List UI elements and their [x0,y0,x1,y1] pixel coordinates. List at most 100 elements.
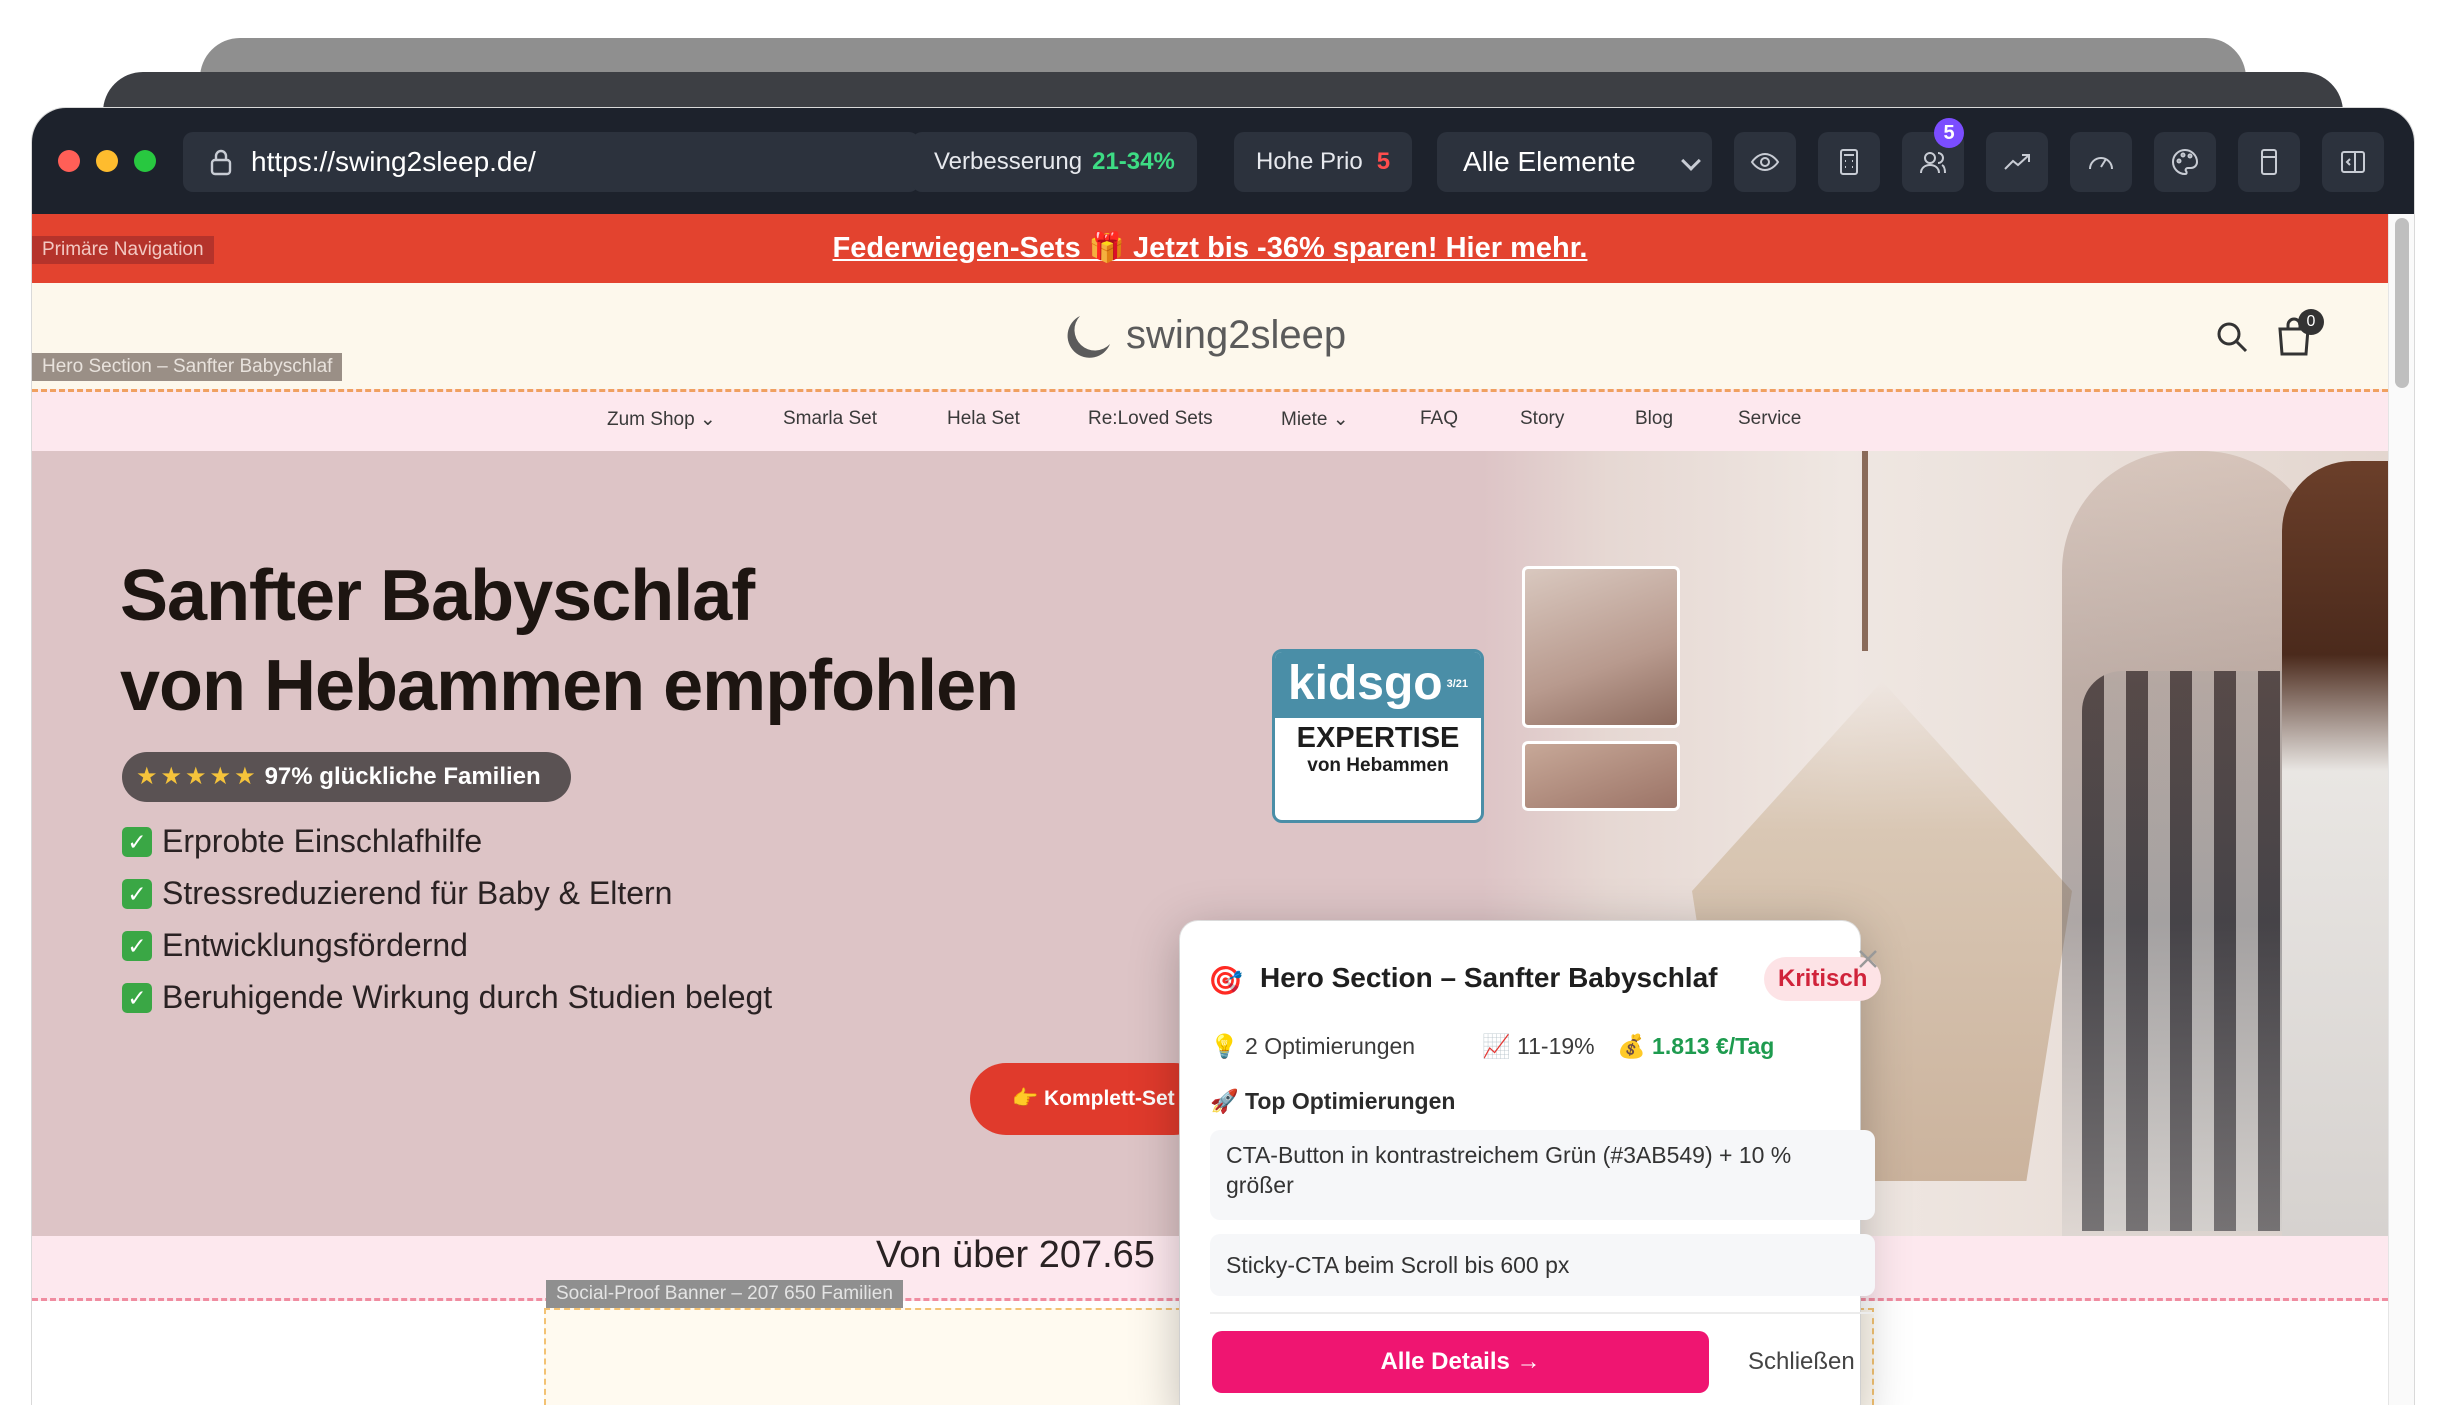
optimization-item[interactable]: Sticky-CTA beim Scroll bis 600 px [1210,1234,1875,1296]
element-filter-select[interactable]: Alle Elemente [1437,132,1712,192]
search-icon[interactable] [2214,319,2250,355]
improvement-label: Verbesserung [934,148,1083,175]
hero-title: Sanfter Babyschlaf von Hebammen empfohle… [120,551,1019,731]
kidsgo-brand-text: kidsgo [1287,657,1443,710]
benefit-item: ✓ Stressreduzierend für Baby & Eltern [122,875,672,912]
site-header: swing2sleep 0 [32,283,2388,389]
minimize-window-button[interactable] [96,150,118,172]
benefit-item: ✓ Entwicklungsfördernd [122,927,468,964]
revenue-estimate: 💰 1.813 €/Tag [1617,1033,1775,1059]
top-optimizations-heading: 🚀 Top Optimierungen [1210,1088,1456,1114]
url-bar[interactable]: https://swing2sleep.de/ [183,132,919,192]
annotation-tag-navigation: Primäre Navigation [32,236,214,264]
lock-icon [210,149,232,176]
divider [1210,1312,1875,1314]
nav-item-miete[interactable]: Miete ⌄ [1281,408,1349,431]
users-button[interactable]: 5 [1902,118,1964,192]
logo-text: swing2sleep [1126,312,1347,357]
checkmark-icon: ✓ [122,878,152,909]
optimization-item[interactable]: CTA-Button in kontrastreichem Grün (#3AB… [1210,1130,1875,1220]
kidsgo-date: 3/21 [1446,678,1469,690]
priority-pill[interactable]: Hohe Prio 5 [1234,132,1413,192]
close-popup-button[interactable]: Schließen [1748,1331,1855,1393]
kidsgo-expertise-badge: kidsgo 3/21 EXPERTISE von Hebammen [1272,649,1484,823]
close-icon[interactable] [1856,947,1880,971]
filter-select-value: Alle Elemente [1463,146,1636,177]
benefit-text: Stressreduzierend für Baby & Eltern [162,875,673,911]
gauge-button[interactable] [2070,132,2132,192]
browser-window: https://swing2sleep.de/ Verbesserung 21-3… [32,108,2414,1405]
rating-text: 97% glückliche Familien [264,763,541,790]
benefit-item: ✓ Erprobte Einschlafhilfe [122,823,482,860]
site-logo[interactable]: swing2sleep [1060,305,1346,365]
gallery-thumbnail[interactable] [1522,741,1680,811]
nav-item-shop[interactable]: Zum Shop ⌄ [607,408,716,431]
cart-count-badge: 0 [2298,309,2324,335]
kidsgo-brand: kidsgo 3/21 [1275,652,1481,718]
trend-icon [2004,154,2030,170]
users-icon [1920,152,1946,174]
main-navigation: Zum Shop ⌄ Smarla Set Hela Set Re:Loved … [32,389,2388,451]
calculator-icon [1840,149,1858,175]
promo-banner[interactable]: Federwiegen-Sets 🎁 Jetzt bis -36% sparen… [32,214,2388,283]
nav-item-story[interactable]: Story [1520,408,1564,430]
social-proof-heading: Von über 207.65 [876,1234,1155,1276]
hammock-spring [1862,451,1868,651]
nav-item-faq[interactable]: FAQ [1420,408,1458,430]
palette-icon [2172,148,2199,176]
nav-item-reloved-sets[interactable]: Re:Loved Sets [1088,408,1213,430]
url-text: https://swing2sleep.de/ [251,146,536,177]
page-scrollbar[interactable] [2388,214,2414,1405]
checkmark-icon: ✓ [122,982,152,1013]
kidsgo-title: EXPERTISE [1296,722,1460,754]
eye-icon [1750,152,1780,172]
checkmark-icon: ✓ [122,930,152,961]
website-viewport: Federwiegen-Sets 🎁 Jetzt bis -36% sparen… [32,214,2414,1405]
sidebar-button[interactable] [2322,132,2384,192]
chevron-down-icon [1681,151,1701,171]
nav-item-smarla-set[interactable]: Smarla Set [783,408,877,430]
annotation-tag-hero: Hero Section – Sanfter Babyschlaf [32,353,343,381]
sidebar-icon [2341,151,2365,173]
checkmark-icon: ✓ [122,826,152,857]
kidsgo-subtitle: von Hebammen [1307,755,1449,776]
target-icon: 🎯 [1208,965,1243,996]
calculator-button[interactable] [1818,132,1880,192]
insight-popup: 🎯 Hero Section – Sanfter Babyschlaf Krit… [1180,921,1882,1405]
priority-count: 5 [1376,148,1391,175]
maximize-window-button[interactable] [134,150,156,172]
bookmark-icon [2261,149,2277,175]
improvement-pill[interactable]: Verbesserung 21-34% [912,132,1197,192]
improvement-value: 21-34% [1092,148,1175,175]
stage: https://swing2sleep.de/ Verbesserung 21-3… [0,0,2450,1405]
eye-button[interactable] [1734,132,1796,192]
benefit-text: Entwicklungsfördernd [162,927,468,963]
bookmark-button[interactable] [2238,132,2300,192]
toolbar: https://swing2sleep.de/ Verbesserung 21-3… [32,108,2414,214]
nav-item-hela-set[interactable]: Hela Set [947,408,1020,430]
annotation-tag-social-proof: Social-Proof Banner – 207 650 Familien [546,1280,903,1308]
uplift-range: 📈 11-19% [1482,1033,1595,1059]
users-count-badge: 5 [1934,118,1964,148]
priority-label: Hohe Prio [1256,148,1363,175]
nav-item-blog[interactable]: Blog [1635,408,1673,430]
gallery-thumbnail[interactable] [1522,566,1680,728]
benefit-item: ✓ Beruhigende Wirkung durch Studien beleg… [122,979,772,1016]
rating-badge: ★★★★★ 97% glückliche Familien [122,752,571,802]
benefit-text: Beruhigende Wirkung durch Studien belegt [162,979,773,1015]
hero-title-line-1: Sanfter Babyschlaf [120,556,755,636]
close-window-button[interactable] [58,150,80,172]
nav-item-service[interactable]: Service [1738,408,1801,430]
complete-set-cta-button[interactable]: 👉 Komplett-Set [970,1063,1210,1135]
trend-button[interactable] [1986,132,2048,192]
scrollbar-thumb[interactable] [2395,218,2409,388]
all-details-button[interactable]: Alle Details → [1212,1331,1709,1393]
rating-stars-icon: ★★★★★ [136,763,259,790]
optimization-count: 💡 2 Optimierungen [1210,1033,1416,1059]
benefit-text: Erprobte Einschlafhilfe [162,823,483,859]
popup-title: Hero Section – Sanfter Babyschlaf [1260,962,1718,993]
gauge-icon [2089,157,2113,170]
moon-logo-icon [1067,316,1110,358]
palette-button[interactable] [2154,132,2216,192]
hero-title-line-2: von Hebammen empfohlen [120,646,1019,726]
